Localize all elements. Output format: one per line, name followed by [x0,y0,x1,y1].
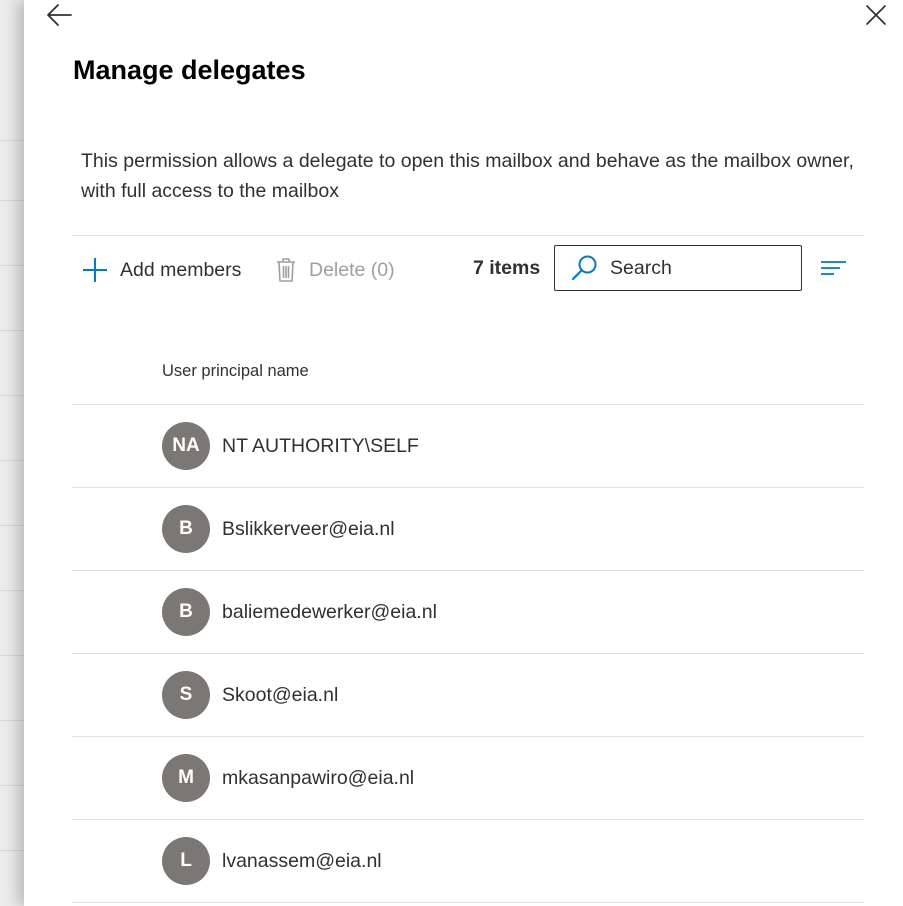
add-members-label: Add members [120,258,242,281]
avatar: S [162,671,210,719]
arrow-left-icon [47,4,72,26]
avatar: B [162,588,210,636]
table-row[interactable]: B baliemedewerker@eia.nl [72,570,864,653]
plus-icon [83,258,107,282]
table-row[interactable]: B Bslikkerveer@eia.nl [72,487,864,570]
close-button[interactable] [860,0,892,32]
avatar: L [162,837,210,885]
user-principal-name: NT AUTHORITY\SELF [222,435,419,457]
user-principal-name: lvanassem@eia.nl [222,850,382,872]
table-row[interactable]: S Skoot@eia.nl [72,653,864,736]
delegate-list: NA NT AUTHORITY\SELF B Bslikkerveer@eia.… [72,404,864,904]
user-principal-name: mkasanpawiro@eia.nl [222,767,415,789]
background-page [0,0,24,906]
avatar: M [162,754,210,802]
page-title: Manage delegates [73,55,306,85]
user-principal-name: Bslikkerveer@eia.nl [222,518,395,540]
search-icon [571,255,597,281]
avatar: NA [162,422,210,470]
column-header-upn[interactable]: User principal name [162,362,309,381]
table-row[interactable]: M mkasanpawiro@eia.nl [72,736,864,819]
avatar: B [162,505,210,553]
delete-button[interactable]: Delete (0) [275,252,395,288]
filter-button[interactable] [820,256,848,282]
add-members-button[interactable]: Add members [82,252,241,288]
search-box[interactable] [554,245,802,291]
user-principal-name: Skoot@eia.nl [222,684,339,706]
table-row[interactable]: L lvanassem@eia.nl [72,819,864,902]
toolbar-divider [72,235,864,236]
item-count: 7 items [473,257,541,279]
filter-icon [821,261,846,275]
user-principal-name: baliemedewerker@eia.nl [222,601,437,623]
manage-delegates-panel: Manage delegates This permission allows … [24,0,903,906]
table-row[interactable]: NA NT AUTHORITY\SELF [72,404,864,487]
trash-icon [277,258,295,282]
list-end-divider [72,902,864,904]
delete-label: Delete (0) [309,258,395,281]
back-button[interactable] [44,0,76,32]
close-icon [866,5,886,25]
search-input[interactable] [610,256,780,280]
permission-description: This permission allows a delegate to ope… [81,150,854,202]
